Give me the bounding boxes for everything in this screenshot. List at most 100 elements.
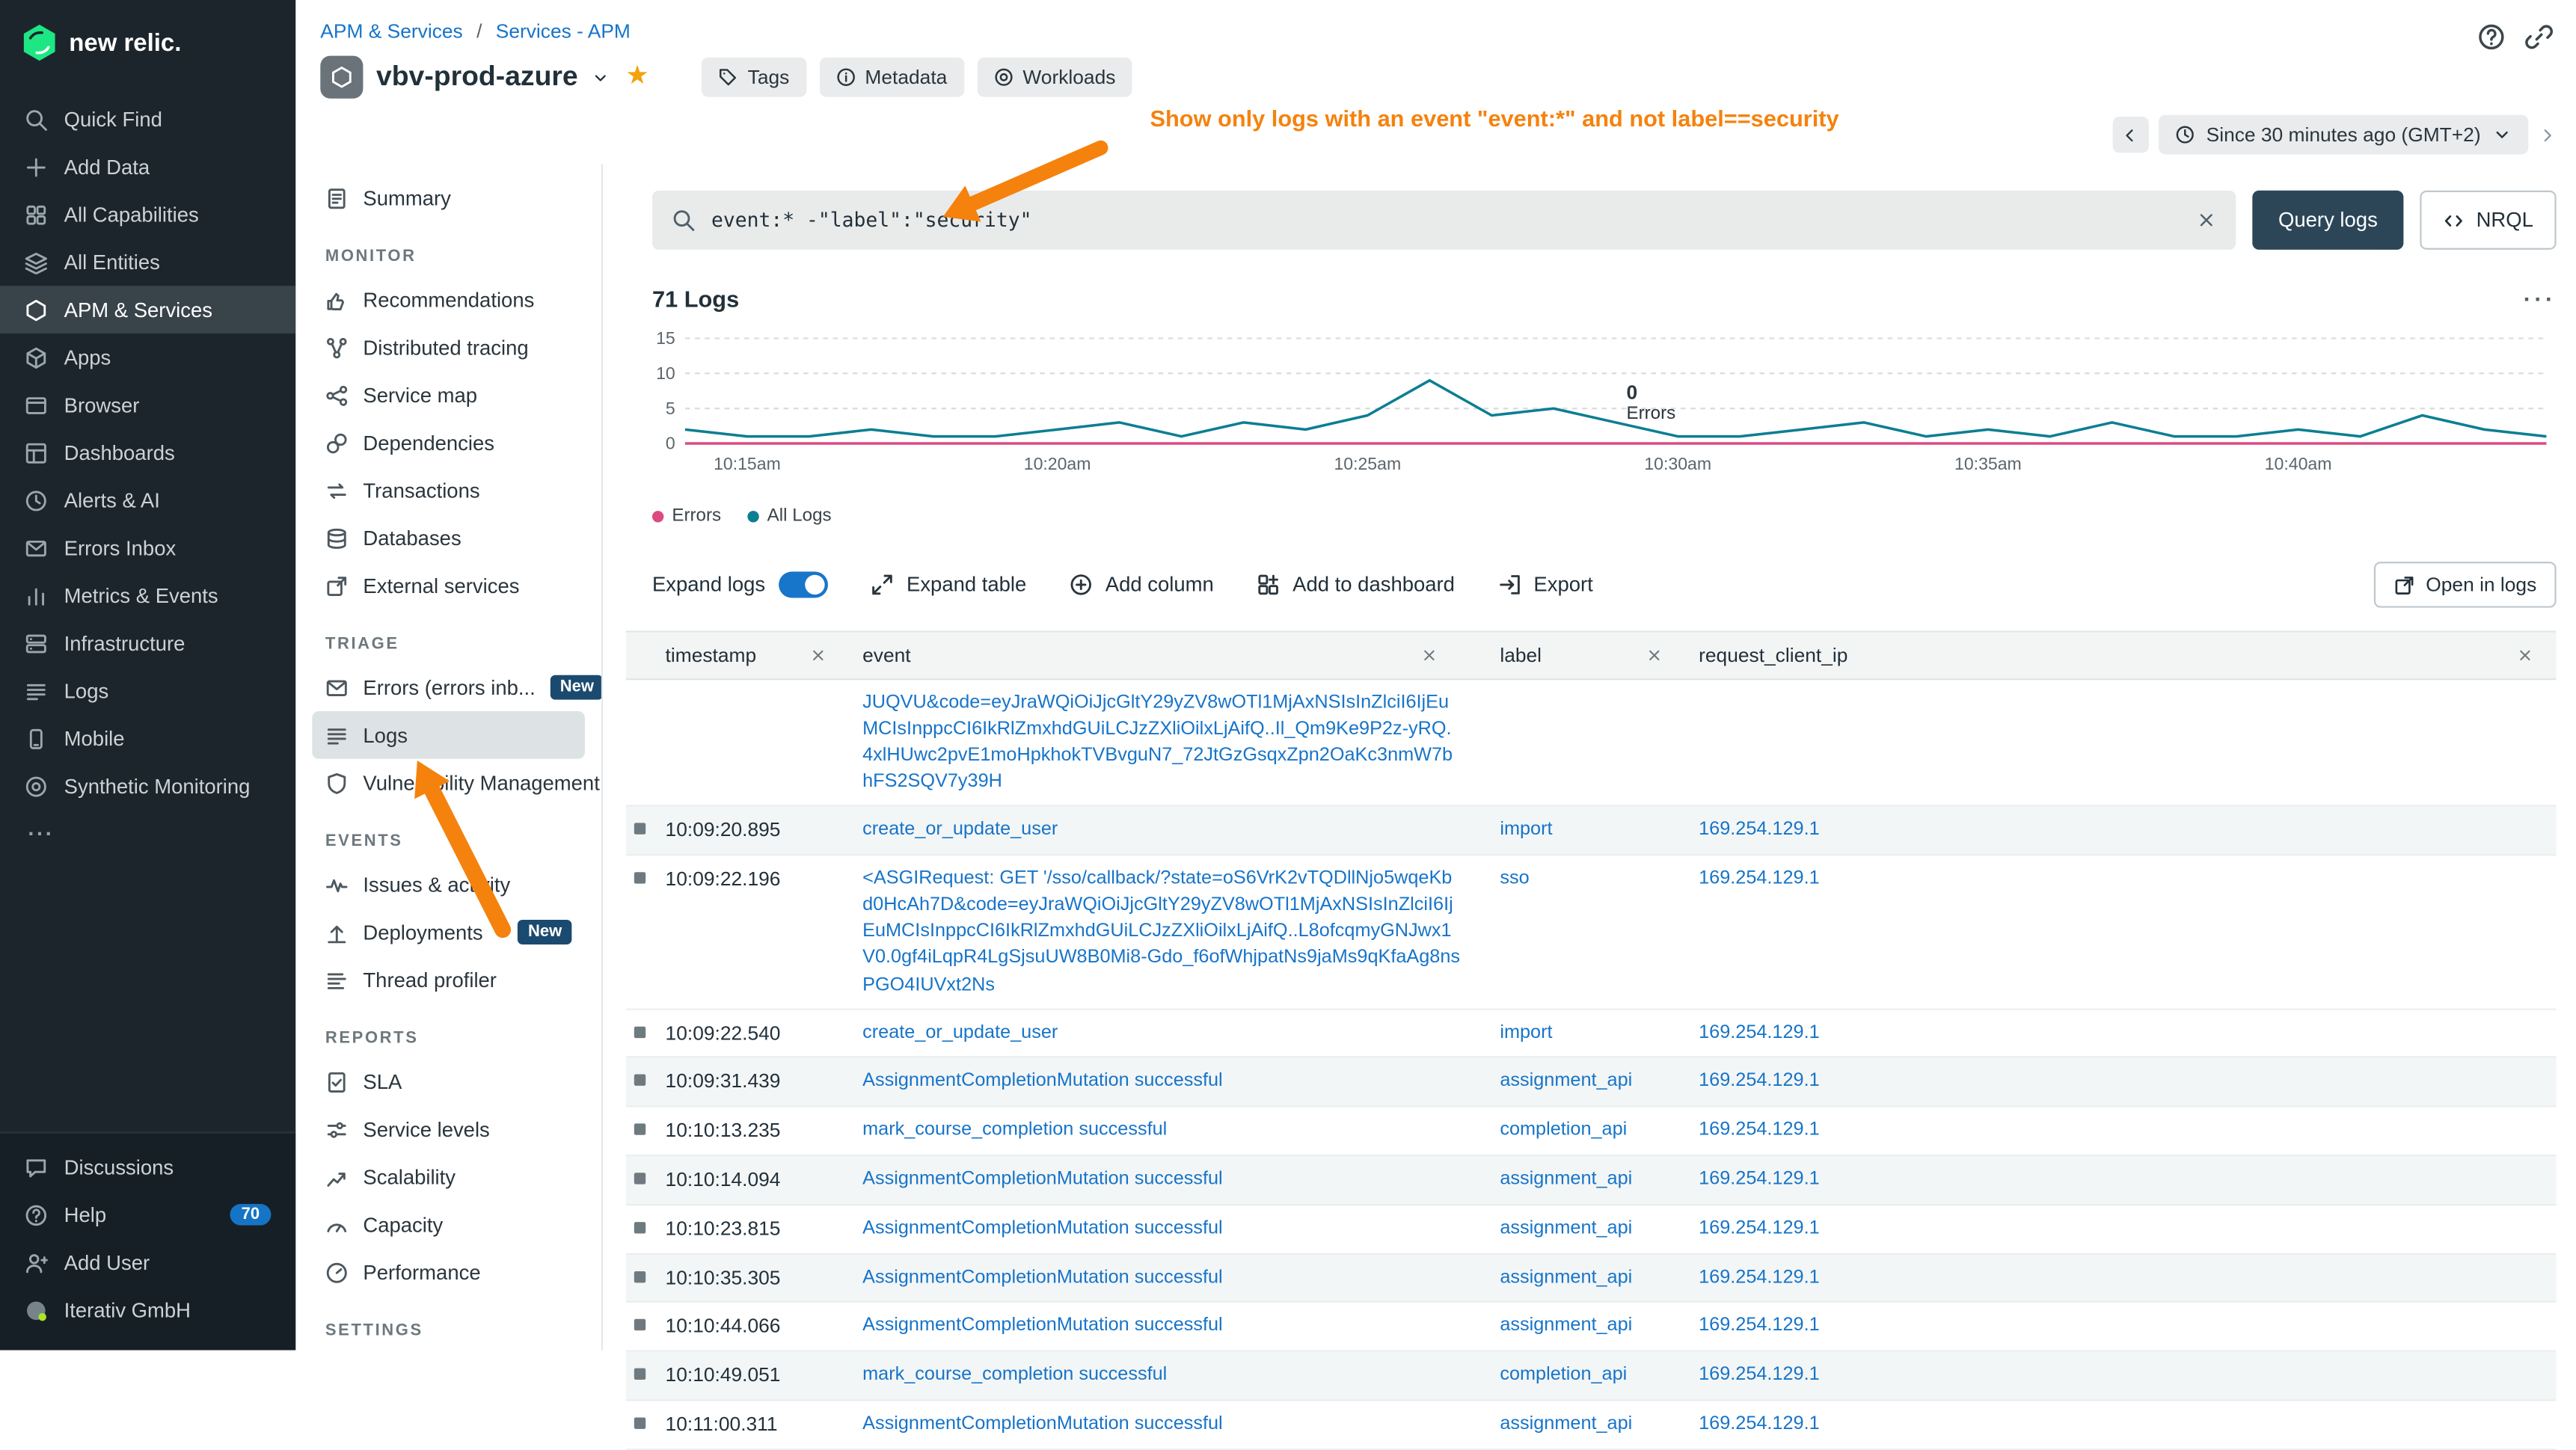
label-link[interactable]: import bbox=[1500, 820, 1552, 840]
subnav-item-distributed-tracing[interactable]: Distributed tracing bbox=[312, 324, 585, 372]
subnav-item-summary[interactable]: Summary bbox=[312, 174, 585, 222]
ip-link[interactable]: 169.254.129.1 bbox=[1699, 1268, 1820, 1287]
log-query-bar[interactable] bbox=[652, 191, 2236, 250]
label-link[interactable]: completion_api bbox=[1500, 1120, 1627, 1140]
subnav-item-sla[interactable]: SLA bbox=[312, 1058, 585, 1106]
pill-metadata[interactable]: Metadata bbox=[819, 58, 963, 97]
sidebar-item-infrastructure[interactable]: Infrastructure bbox=[0, 619, 295, 667]
subnav-item-recommendations[interactable]: Recommendations bbox=[312, 276, 585, 324]
sidebar-item-dashboards[interactable]: Dashboards bbox=[0, 428, 295, 476]
event-link[interactable]: AssignmentCompletionMutation successful bbox=[862, 1072, 1223, 1091]
sidebar-item-quick-find[interactable]: Quick Find bbox=[0, 95, 295, 143]
remove-column-event-icon[interactable] bbox=[1421, 647, 1438, 663]
sidebar-item-alerts-ai[interactable]: Alerts & AI bbox=[0, 476, 295, 524]
label-link[interactable]: sso bbox=[1500, 869, 1529, 888]
sidebar-item-apm-services[interactable]: APM & Services bbox=[0, 286, 295, 334]
ip-link[interactable]: 169.254.129.1 bbox=[1699, 1218, 1820, 1238]
subnav-item-errors-errors-inb[interactable]: Errors (errors inb...New bbox=[312, 663, 585, 711]
clear-query-icon[interactable] bbox=[2196, 210, 2215, 230]
sidebar-item-errors-inbox[interactable]: Errors Inbox bbox=[0, 524, 295, 572]
sidebar-item-logs[interactable]: Logs bbox=[0, 667, 295, 715]
new-relic-logo[interactable]: new relic. bbox=[0, 0, 295, 85]
time-back-button[interactable] bbox=[2112, 117, 2148, 153]
column-header-timestamp[interactable]: timestamp bbox=[652, 633, 850, 679]
event-link[interactable]: create_or_update_user bbox=[862, 820, 1058, 840]
table-row[interactable]: 10:11:00.311AssignmentCompletionMutation… bbox=[626, 1401, 2557, 1450]
add-column-button[interactable]: Add column bbox=[1069, 574, 1213, 597]
sidebar-footer-item-discussions[interactable]: Discussions bbox=[0, 1143, 295, 1191]
subnav-item-thread-profiler[interactable]: Thread profiler bbox=[312, 956, 585, 1004]
sidebar-item-browser[interactable]: Browser bbox=[0, 381, 295, 429]
event-link[interactable]: <ASGIRequest: GET '/sso/callback/?state=… bbox=[862, 869, 1460, 995]
subnav-item-deployments[interactable]: DeploymentsNew bbox=[312, 909, 585, 956]
column-header-event[interactable]: event bbox=[850, 633, 1487, 679]
pill-tags[interactable]: Tags bbox=[702, 58, 806, 97]
subnav-item-dependencies[interactable]: Dependencies bbox=[312, 419, 585, 467]
column-header-request-client-ip[interactable]: request_client_ip bbox=[1686, 633, 2557, 679]
event-link[interactable]: create_or_update_user bbox=[862, 1023, 1058, 1042]
sidebar-more-button[interactable]: ··· bbox=[0, 810, 295, 858]
sidebar-item-apps[interactable]: Apps bbox=[0, 334, 295, 381]
subnav-item-databases[interactable]: Databases bbox=[312, 514, 585, 562]
subnav-item-issues-activity[interactable]: Issues & activity bbox=[312, 861, 585, 909]
remove-column-timestamp-icon[interactable] bbox=[810, 647, 827, 663]
label-link[interactable]: completion_api bbox=[1500, 1365, 1627, 1385]
ip-link[interactable]: 169.254.129.1 bbox=[1699, 1023, 1820, 1042]
open-in-logs-button[interactable]: Open in logs bbox=[2373, 562, 2557, 608]
sidebar-item-metrics-events[interactable]: Metrics & Events bbox=[0, 571, 295, 619]
sidebar-item-mobile[interactable]: Mobile bbox=[0, 714, 295, 762]
sidebar-footer-item-help[interactable]: Help70 bbox=[0, 1191, 295, 1238]
event-link[interactable]: AssignmentCompletionMutation successful bbox=[862, 1170, 1223, 1189]
table-row[interactable]: 10:09:22.540create_or_update_userimport1… bbox=[626, 1010, 2557, 1058]
subnav-item-vulnerability-management[interactable]: Vulnerability Management bbox=[312, 759, 585, 807]
sidebar-item-synthetic-monitoring[interactable]: Synthetic Monitoring bbox=[0, 762, 295, 810]
table-row[interactable]: 10:09:20.895create_or_update_userimport1… bbox=[626, 807, 2557, 855]
ip-link[interactable]: 169.254.129.1 bbox=[1699, 1072, 1820, 1091]
column-header-label[interactable]: label bbox=[1487, 633, 1686, 679]
panel-menu-button[interactable]: ··· bbox=[2524, 286, 2557, 312]
expand-table-button[interactable]: Expand table bbox=[871, 574, 1027, 597]
label-link[interactable]: assignment_api bbox=[1500, 1268, 1632, 1287]
label-link[interactable]: assignment_api bbox=[1500, 1072, 1632, 1091]
add-to-dashboard-button[interactable]: Add to dashboard bbox=[1257, 574, 1455, 597]
label-link[interactable]: assignment_api bbox=[1500, 1316, 1632, 1336]
ip-link[interactable]: 169.254.129.1 bbox=[1699, 1365, 1820, 1385]
remove-column-label-icon[interactable] bbox=[1646, 647, 1663, 663]
subnav-item-capacity[interactable]: Capacity bbox=[312, 1201, 585, 1249]
ip-link[interactable]: 169.254.129.1 bbox=[1699, 1170, 1820, 1189]
breadcrumb-link-services-apm[interactable]: Services - APM bbox=[496, 19, 631, 43]
table-row[interactable]: 10:10:23.815AssignmentCompletionMutation… bbox=[626, 1205, 2557, 1254]
sidebar-item-all-capabilities[interactable]: All Capabilities bbox=[0, 191, 295, 239]
sidebar-item-add-data[interactable]: Add Data bbox=[0, 143, 295, 191]
permalink-icon[interactable] bbox=[2525, 23, 2553, 51]
expand-logs-toggle[interactable]: Expand logs bbox=[652, 571, 828, 597]
table-row[interactable]: 10:10:49.051mark_course_completion succe… bbox=[626, 1352, 2557, 1401]
table-row[interactable]: 10:09:22.196<ASGIRequest: GET '/sso/call… bbox=[626, 856, 2557, 1010]
export-button[interactable]: Export bbox=[1497, 574, 1593, 597]
event-link[interactable]: JUQVU&code=eyJraWQiOiJjcGltY29yZV8wOTl1M… bbox=[862, 693, 1453, 792]
breadcrumb-link-apm-services[interactable]: APM & Services bbox=[320, 19, 462, 43]
subnav-item-scalability[interactable]: Scalability bbox=[312, 1153, 585, 1201]
legend-all-logs[interactable]: All Logs bbox=[747, 506, 831, 526]
table-row[interactable]: 10:10:13.235mark_course_completion succe… bbox=[626, 1108, 2557, 1156]
table-row[interactable]: 10:10:35.305AssignmentCompletionMutation… bbox=[626, 1254, 2557, 1303]
subnav-item-service-levels[interactable]: Service levels bbox=[312, 1105, 585, 1153]
event-link[interactable]: AssignmentCompletionMutation successful bbox=[862, 1268, 1223, 1287]
ip-link[interactable]: 169.254.129.1 bbox=[1699, 1414, 1820, 1434]
nrql-button[interactable]: NRQL bbox=[2420, 191, 2557, 250]
event-link[interactable]: mark_course_completion successful bbox=[862, 1365, 1167, 1385]
subnav-item-service-map[interactable]: Service map bbox=[312, 371, 585, 419]
subnav-item-external-services[interactable]: External services bbox=[312, 562, 585, 609]
ip-link[interactable]: 169.254.129.1 bbox=[1699, 820, 1820, 840]
subnav-item-performance[interactable]: Performance bbox=[312, 1248, 585, 1296]
event-link[interactable]: AssignmentCompletionMutation successful bbox=[862, 1414, 1223, 1434]
log-query-input[interactable] bbox=[708, 207, 2183, 233]
table-row[interactable]: 10:09:31.439AssignmentCompletionMutation… bbox=[626, 1058, 2557, 1107]
expand-logs-switch-icon[interactable] bbox=[779, 571, 828, 597]
table-row[interactable]: 10:10:44.066AssignmentCompletionMutation… bbox=[626, 1303, 2557, 1352]
ip-link[interactable]: 169.254.129.1 bbox=[1699, 869, 1820, 888]
event-link[interactable]: mark_course_completion successful bbox=[862, 1120, 1167, 1140]
ip-link[interactable]: 169.254.129.1 bbox=[1699, 1316, 1820, 1336]
time-picker[interactable]: Since 30 minutes ago (GMT+2) bbox=[2159, 115, 2528, 155]
query-logs-button[interactable]: Query logs bbox=[2252, 191, 2404, 250]
